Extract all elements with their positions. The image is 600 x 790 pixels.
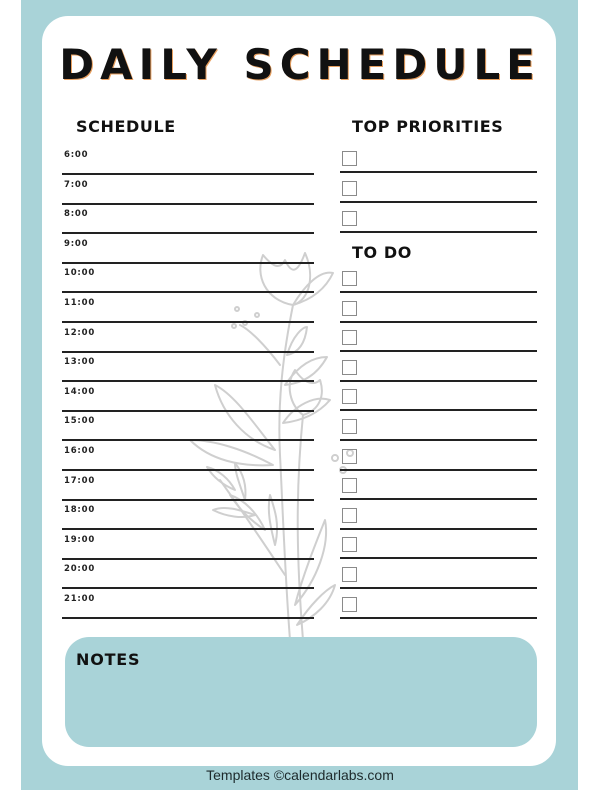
schedule-row[interactable]: 11:00 xyxy=(62,294,314,323)
schedule-heading: SCHEDULE xyxy=(76,117,176,136)
priority-row[interactable] xyxy=(340,174,537,203)
schedule-time-label: 12:00 xyxy=(64,327,96,338)
schedule-time-label: 19:00 xyxy=(64,534,96,545)
schedule-time-label: 15:00 xyxy=(64,416,96,427)
schedule-row[interactable]: 16:00 xyxy=(62,442,314,471)
todo-row[interactable] xyxy=(340,412,537,441)
todo-checkbox[interactable] xyxy=(342,300,357,316)
priority-row[interactable] xyxy=(340,204,537,233)
schedule-time-label: 14:00 xyxy=(64,386,96,397)
schedule-row[interactable]: 20:00 xyxy=(62,560,314,590)
todo-row[interactable] xyxy=(340,323,537,353)
schedule-row[interactable]: 7:00 xyxy=(62,176,314,205)
todo-row[interactable] xyxy=(340,442,537,471)
notes-heading: NOTES xyxy=(76,650,141,669)
todo-row[interactable] xyxy=(340,530,537,560)
schedule-row[interactable]: 13:00 xyxy=(62,353,314,383)
schedule-time-label: 17:00 xyxy=(64,475,96,486)
page-title: DAILY SCHEDULE xyxy=(59,40,541,89)
todo-checkbox[interactable] xyxy=(342,567,357,582)
schedule-row[interactable]: 19:00 xyxy=(62,531,314,560)
todo-row[interactable] xyxy=(340,560,537,589)
priority-row[interactable] xyxy=(340,144,537,173)
schedule-row[interactable]: 17:00 xyxy=(62,472,314,501)
schedule-row[interactable]: 15:00 xyxy=(62,412,314,442)
schedule-row[interactable]: 8:00 xyxy=(62,205,314,235)
todo-checkbox[interactable] xyxy=(342,448,357,464)
schedule-row[interactable]: 6:00 xyxy=(62,146,314,175)
notes-input[interactable] xyxy=(75,675,531,743)
priority-checkbox[interactable] xyxy=(342,151,357,166)
schedule-time-label: 8:00 xyxy=(64,209,89,220)
todo-checkbox[interactable] xyxy=(342,359,357,375)
schedule-time-label: 10:00 xyxy=(64,268,96,279)
schedule-time-label: 16:00 xyxy=(64,446,96,456)
schedule-time-label: 9:00 xyxy=(64,238,89,249)
todo-checkbox[interactable] xyxy=(342,389,357,405)
schedule-time-label: 18:00 xyxy=(64,505,96,516)
schedule-row[interactable]: 12:00 xyxy=(62,324,314,353)
todo-row[interactable] xyxy=(340,353,537,382)
priority-checkbox[interactable] xyxy=(342,210,357,226)
schedule-row[interactable]: 18:00 xyxy=(62,501,314,531)
schedule-row[interactable]: 21:00 xyxy=(62,590,314,619)
top-priorities-heading: TOP PRIORITIES xyxy=(352,117,504,136)
todo-checkbox[interactable] xyxy=(342,537,357,553)
schedule-time-label: 21:00 xyxy=(64,594,96,604)
schedule-time-label: 13:00 xyxy=(64,357,96,368)
todo-checkbox[interactable] xyxy=(342,330,357,346)
notes-panel: NOTES xyxy=(65,637,537,747)
schedule-time-label: 7:00 xyxy=(64,179,89,190)
todo-row[interactable] xyxy=(340,471,537,501)
schedule-time-label: 20:00 xyxy=(64,564,96,575)
todo-heading: TO DO xyxy=(352,243,412,262)
todo-row[interactable] xyxy=(340,264,537,293)
schedule-row[interactable]: 10:00 xyxy=(62,264,314,294)
schedule-row[interactable]: 14:00 xyxy=(62,383,314,412)
todo-row[interactable] xyxy=(340,294,537,323)
schedule-time-label: 11:00 xyxy=(64,298,96,308)
todo-row[interactable] xyxy=(340,590,537,619)
todo-checkbox[interactable] xyxy=(342,596,357,612)
todo-row[interactable] xyxy=(340,501,537,530)
todo-checkbox[interactable] xyxy=(342,271,357,286)
todo-row[interactable] xyxy=(340,382,537,412)
schedule-time-label: 6:00 xyxy=(64,150,89,160)
todo-checkbox[interactable] xyxy=(342,478,357,494)
todo-checkbox[interactable] xyxy=(342,507,357,523)
priority-checkbox[interactable] xyxy=(342,180,357,196)
todo-checkbox[interactable] xyxy=(342,419,357,434)
schedule-row[interactable]: 9:00 xyxy=(62,235,314,264)
footer-credit: Templates ©calendarlabs.com xyxy=(206,767,394,783)
